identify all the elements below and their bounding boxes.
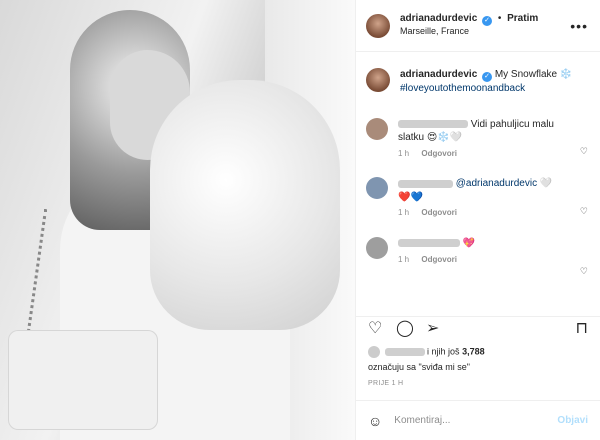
liker-username-blurred[interactable]	[384, 348, 425, 356]
add-comment-bar: ☺ Objavi	[356, 400, 600, 440]
heart-icon[interactable]: ♡	[580, 146, 588, 157]
comment-meta: 1 h Odgovori	[398, 255, 578, 266]
likes-summary[interactable]: i njih još 3,788	[368, 346, 485, 358]
comment-meta: 1 h Odgovori	[398, 149, 578, 160]
commenter-avatar[interactable]	[366, 237, 388, 260]
commenter-avatar[interactable]	[366, 117, 388, 140]
post-frame: adrianadurdevic ✓ • Pratim Marseille, Fr…	[0, 0, 600, 440]
likes-line2: označuju sa "sviđa mi se"	[368, 362, 470, 372]
follow-button[interactable]: Pratim	[507, 13, 538, 24]
send-icon[interactable]: ➢	[426, 321, 439, 337]
caption-body: adrianadurdevic ✓ My Snowflake ❄️ #lovey…	[400, 68, 580, 96]
caption-hashtag[interactable]: #loveyoutothemoonandback	[400, 82, 580, 96]
commenter-avatar[interactable]	[366, 177, 388, 200]
post-photo[interactable]	[0, 0, 355, 440]
comment-text: 💖	[462, 238, 476, 250]
heart-icon[interactable]: ♡	[368, 321, 382, 337]
author-avatar[interactable]	[366, 13, 390, 38]
reply-button[interactable]: Odgovori	[421, 208, 457, 217]
caption-text: My Snowflake ❄️	[494, 69, 573, 80]
commenter-username-blurred[interactable]	[398, 239, 460, 248]
comment-text: @adrianadurdevic 🤍	[455, 178, 553, 190]
comment-meta: 1 h Odgovori	[398, 208, 578, 219]
comment-icon[interactable]: ◯	[396, 321, 414, 337]
verified-badge-icon: ✓	[482, 16, 493, 27]
heart-icon[interactable]: ♡	[580, 266, 588, 277]
action-bar: ♡ ◯ ➢ ⊓	[356, 316, 600, 338]
likes-prefix: i njih još	[427, 346, 460, 357]
post-side-panel: adrianadurdevic ✓ • Pratim Marseille, Fr…	[355, 0, 600, 440]
comment-item: 💖 1 h Odgovori ♡	[366, 237, 590, 276]
author-username[interactable]: adrianadurdevic	[400, 13, 477, 24]
caption-username[interactable]: adrianadurdevic	[400, 69, 477, 80]
bookmark-icon[interactable]: ⊓	[576, 321, 588, 337]
reply-button[interactable]: Odgovori	[421, 255, 457, 264]
comment-body: Vidi pahuljicu malu slatku 😍❄️🤍 1 h Odgo…	[398, 118, 578, 160]
caption-avatar[interactable]	[366, 68, 390, 92]
comment-input[interactable]	[394, 415, 535, 426]
photo-bag	[8, 330, 158, 430]
comment-body: 💖 1 h Odgovori	[398, 237, 578, 265]
caption-item: adrianadurdevic ✓ My Snowflake ❄️ #lovey…	[366, 68, 590, 96]
post-header: adrianadurdevic ✓ • Pratim Marseille, Fr…	[356, 0, 600, 52]
separator-dot: •	[497, 13, 502, 25]
comment-item: @adrianadurdevic 🤍 ❤️💙 1 h Odgovori ♡	[366, 177, 590, 219]
comments-list: adrianadurdevic ✓ My Snowflake ❄️ #lovey…	[356, 60, 600, 310]
comment-item: Vidi pahuljicu malu slatku 😍❄️🤍 1 h Odgo…	[366, 117, 590, 160]
comment-body: @adrianadurdevic 🤍 ❤️💙 1 h Odgovori	[398, 177, 578, 219]
comment-text-line2: ❤️💙	[398, 191, 423, 203]
liker-avatar[interactable]	[368, 346, 380, 358]
comment-time[interactable]: 1 h	[398, 149, 409, 158]
heart-icon[interactable]: ♡	[580, 206, 588, 217]
reply-button[interactable]: Odgovori	[421, 149, 457, 158]
verified-badge-icon: ✓	[482, 72, 493, 82]
comment-time[interactable]: 1 h	[398, 208, 409, 217]
post-timestamp[interactable]: PRIJE 1 H	[368, 380, 403, 387]
more-options-icon[interactable]: •••	[570, 18, 588, 34]
comment-time[interactable]: 1 h	[398, 255, 409, 264]
commenter-username-blurred[interactable]	[398, 179, 453, 188]
post-location[interactable]: Marseille, France	[400, 26, 538, 37]
emoji-icon[interactable]: ☺	[368, 413, 382, 429]
likes-count[interactable]: 3,788	[462, 346, 485, 356]
post-comment-button[interactable]: Objavi	[557, 415, 588, 426]
commenter-username-blurred[interactable]	[398, 119, 468, 128]
author-info: adrianadurdevic ✓ • Pratim Marseille, Fr…	[400, 13, 538, 37]
photo-baby	[150, 80, 340, 330]
